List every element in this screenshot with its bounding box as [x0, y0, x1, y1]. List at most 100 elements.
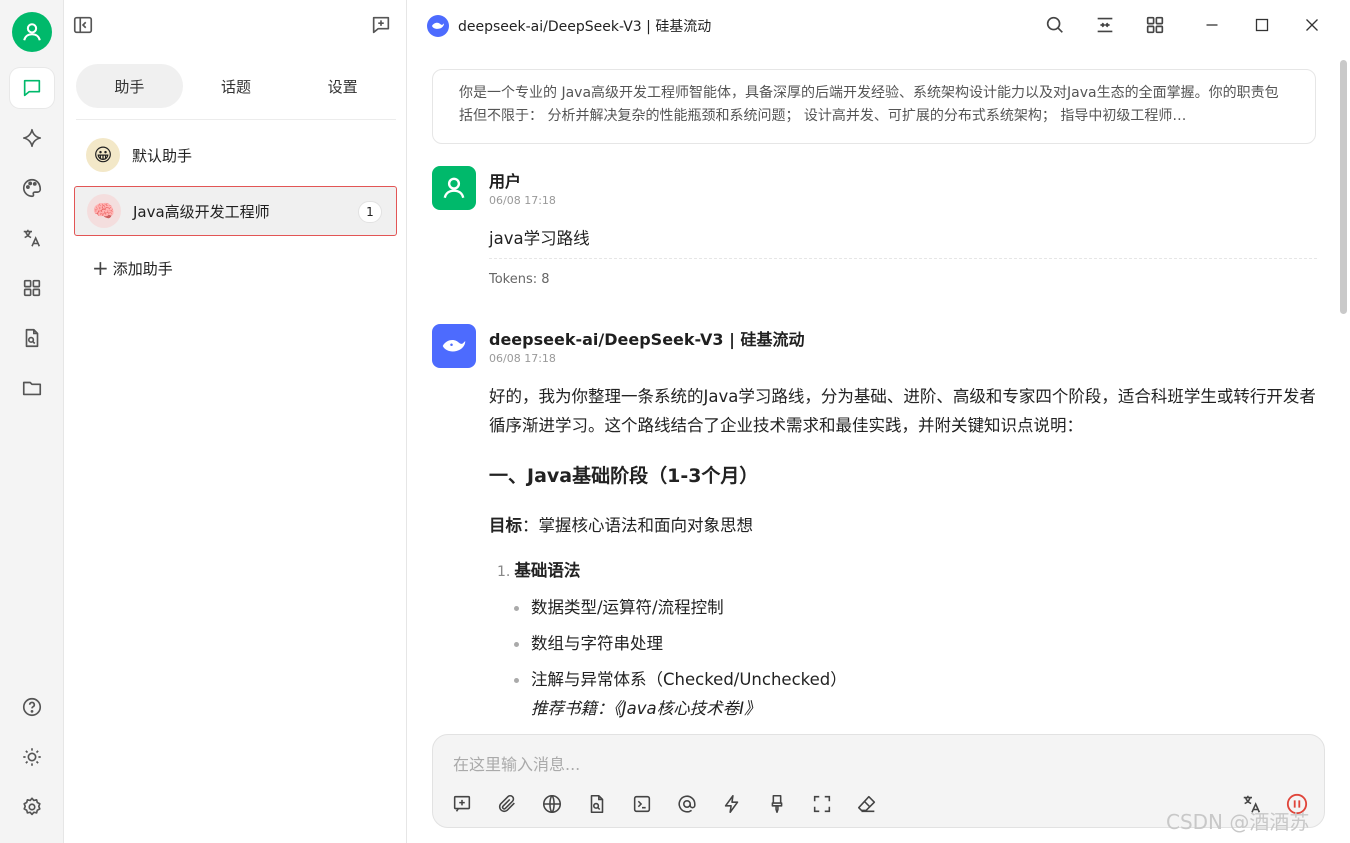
- message-author: 用户: [489, 172, 522, 191]
- new-chat-icon: [453, 795, 471, 812]
- chat-header: deepseek-ai/DeepSeek-V3 | 硅基流动: [407, 0, 1350, 52]
- narrow-mode-button[interactable]: [1093, 13, 1117, 37]
- nav-rail: [0, 0, 64, 843]
- topic-count-badge: 1: [358, 201, 382, 223]
- close-button[interactable]: [1300, 13, 1324, 37]
- list-number: 1.: [497, 564, 511, 580]
- message-text: java学习路线: [489, 229, 590, 248]
- message-content: 好的，我为你整理一条系统的Java学习路线，分为基础、进阶、高级和专家四个阶段，…: [489, 382, 1319, 730]
- assistant-emoji: 🧠: [87, 194, 121, 228]
- user-avatar: [432, 166, 476, 210]
- search-button[interactable]: [1043, 13, 1067, 37]
- user-avatar[interactable]: [12, 12, 52, 52]
- search-icon: [1046, 16, 1063, 33]
- message-time: 06/08 17:18: [489, 352, 556, 365]
- mcp-server-button[interactable]: [720, 792, 744, 816]
- minimize-button[interactable]: [1200, 13, 1224, 37]
- deepseek-whale-icon: [442, 340, 466, 352]
- knowledge-base-button[interactable]: [585, 792, 609, 816]
- panel-toolbar: [64, 0, 407, 52]
- sparkle-icon: [22, 128, 42, 148]
- list-item-text: 注解与异常体系（Checked/Unchecked）: [531, 670, 847, 689]
- file-search-icon: [590, 794, 604, 814]
- section-heading: 一、Java基础阶段（1-3个月）: [489, 465, 759, 487]
- new-topic-button[interactable]: [370, 14, 392, 36]
- tab-assistants[interactable]: 助手: [76, 64, 183, 108]
- globe-icon: [542, 794, 562, 814]
- knowledge-nav-button[interactable]: [10, 318, 54, 358]
- recommended-book: 推荐书籍：《Java核心技术卷Ⅰ》: [531, 699, 761, 718]
- mention-model-button[interactable]: [675, 792, 699, 816]
- assistant-name: 默认助手: [132, 146, 193, 165]
- agents-nav-button[interactable]: [10, 118, 54, 158]
- chat-bubble-icon: [23, 79, 41, 97]
- list-item: 数据类型/运算符/流程控制: [514, 593, 1319, 622]
- system-prompt-text: 你是一个专业的 Java高级开发工程师智能体，具备深厚的后端开发经验、系统架构设…: [459, 85, 1279, 124]
- help-nav-button[interactable]: [10, 687, 54, 727]
- assistants-panel: 助手 话题 设置 😀 默认助手 🧠 Java高级开发工程师 1 + 添加助手: [64, 0, 407, 843]
- collapse-sidebar-button[interactable]: [72, 14, 94, 36]
- plus-icon: +: [92, 256, 109, 280]
- theme-icon: [23, 748, 41, 766]
- clear-context-button[interactable]: [765, 792, 789, 816]
- bullet-list: 数据类型/运算符/流程控制 数组与字符串处理 注解与异常体系（Checked/U…: [497, 593, 1319, 723]
- theme-nav-button[interactable]: [10, 737, 54, 777]
- grid-icon: [1146, 16, 1164, 34]
- tab-settings[interactable]: 设置: [289, 64, 396, 108]
- paperclip-icon: [498, 794, 515, 813]
- add-assistant-button[interactable]: + 添加助手: [92, 256, 173, 280]
- translate-nav-button[interactable]: [10, 218, 54, 258]
- chat-title: deepseek-ai/DeepSeek-V3 | 硅基流动: [458, 19, 712, 35]
- message-author: deepseek-ai/DeepSeek-V3 | 硅基流动: [489, 330, 805, 349]
- tab-topics[interactable]: 话题: [183, 64, 290, 108]
- token-count: Tokens: 8: [489, 258, 1317, 287]
- maximize-button[interactable]: [1250, 13, 1274, 37]
- files-nav-button[interactable]: [10, 368, 54, 408]
- add-assistant-label: 添加助手: [112, 259, 173, 278]
- file-search-icon: [25, 328, 39, 348]
- system-prompt-card[interactable]: 你是一个专业的 Java高级开发工程师智能体，具备深厚的后端开发经验、系统架构设…: [432, 69, 1316, 144]
- clear-messages-button[interactable]: [855, 792, 879, 816]
- attach-button[interactable]: [495, 792, 519, 816]
- settings-nav-button[interactable]: [10, 787, 54, 827]
- scrollbar[interactable]: [1340, 60, 1347, 314]
- deepseek-logo-icon: [427, 15, 449, 37]
- apps-button[interactable]: [1143, 13, 1167, 37]
- folder-icon: [22, 381, 42, 396]
- divider: [76, 119, 396, 120]
- terminal-icon: [633, 795, 651, 813]
- goal-label: 目标: [489, 516, 522, 535]
- assistant-item-java[interactable]: 🧠 Java高级开发工程师 1: [74, 186, 397, 236]
- new-chat-icon: [372, 16, 390, 34]
- maximize-icon: [1255, 18, 1269, 32]
- expand-input-button[interactable]: [810, 792, 834, 816]
- fullscreen-icon: [813, 795, 831, 813]
- sidebar-collapse-icon: [73, 16, 93, 34]
- quick-phrases-button[interactable]: [630, 792, 654, 816]
- web-search-button[interactable]: [540, 792, 564, 816]
- sidebar-tabs: 助手 话题 设置: [76, 64, 396, 108]
- list-item: 注解与异常体系（Checked/Unchecked） 推荐书籍：《Java核心技术…: [514, 665, 1319, 723]
- assistant-emoji: 😀: [86, 138, 120, 172]
- narrow-mode-icon: [1097, 17, 1113, 33]
- message-input-placeholder[interactable]: 在这里输入消息...: [453, 751, 580, 775]
- chat-nav-button[interactable]: [10, 68, 54, 108]
- list-item: 数组与字符串处理: [514, 629, 1319, 658]
- translate-icon: [23, 229, 41, 247]
- ordered-list-item: 1. 基础语法 数据类型/运算符/流程控制 数组与字符串处理 注解与异常体系（Ch…: [489, 556, 1319, 723]
- watermark: CSDN @酒酒苏: [1166, 810, 1310, 834]
- apps-nav-button[interactable]: [10, 268, 54, 308]
- list-title: 基础语法: [514, 561, 581, 580]
- palette-icon: [23, 178, 42, 198]
- deepseek-avatar: [432, 324, 476, 368]
- lightning-icon: [724, 794, 739, 814]
- assistant-item-default[interactable]: 😀 默认助手: [74, 130, 397, 180]
- brush-icon: [771, 794, 783, 814]
- paint-nav-button[interactable]: [10, 168, 54, 208]
- new-topic-tool-button[interactable]: [450, 792, 474, 816]
- message-time: 06/08 17:18: [489, 194, 556, 207]
- goal-text: ：掌握核心语法和面向对象思想: [522, 516, 753, 535]
- answer-intro: 好的，我为你整理一条系统的Java学习路线，分为基础、进阶、高级和专家四个阶段，…: [489, 387, 1316, 435]
- grid-icon: [23, 279, 41, 297]
- at-sign-icon: [678, 795, 696, 813]
